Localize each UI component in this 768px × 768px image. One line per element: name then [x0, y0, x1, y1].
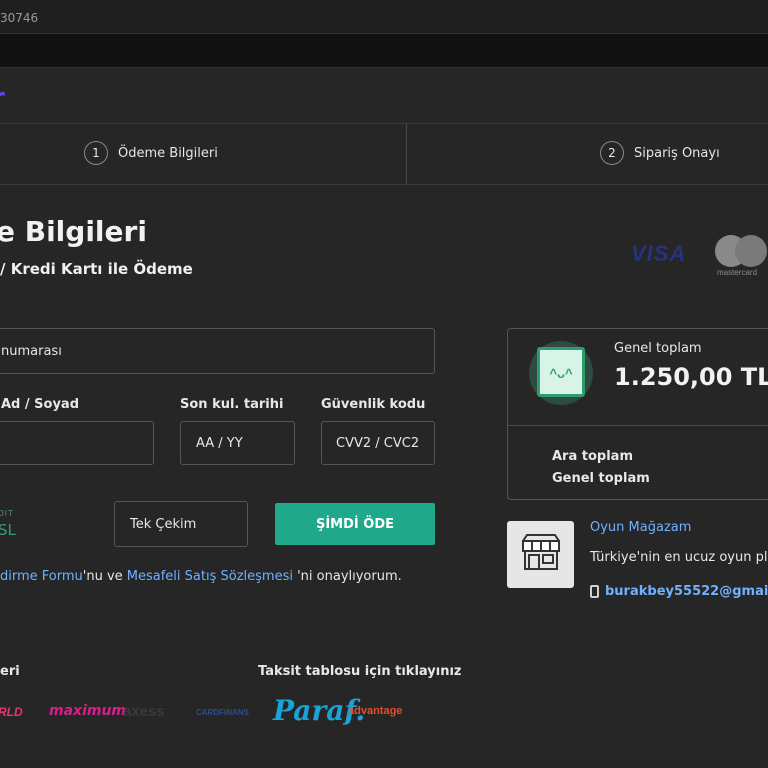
store-name-link[interactable]: Oyun Mağazam	[590, 520, 691, 535]
grand-total-label: Genel toplam	[552, 471, 650, 486]
page-subtitle: / Kredi Kartı ile Ödeme	[0, 260, 193, 278]
distance-sales-link[interactable]: Mesafeli Satış Sözleşmesi	[127, 569, 293, 584]
browser-tab-strip	[0, 34, 768, 68]
cvv-label: Güvenlik kodu	[321, 397, 426, 412]
name-label: Ad / Soyad	[1, 397, 80, 412]
expiry-placeholder: AA / YY	[196, 435, 243, 451]
store-description: Türkiye'nin en ucuz oyun pla	[590, 550, 768, 565]
store-icon	[507, 521, 574, 588]
card-number-input[interactable]: numarası	[0, 328, 435, 374]
store-email[interactable]: burakbey55522@gmail.co	[590, 584, 768, 599]
credit-amount: SL	[0, 521, 16, 539]
checkout-steps: 1 Ödeme Bilgileri 2 Sipariş Onayı	[0, 124, 768, 185]
step-number: 2	[600, 141, 624, 165]
pay-now-button[interactable]: ŞİMDİ ÖDE	[275, 503, 435, 545]
total-value: 1.250,00 TL	[614, 363, 768, 391]
card-number-placeholder: numarası	[1, 343, 62, 359]
cvv-input[interactable]: CVV2 / CVC2	[321, 421, 435, 465]
step-label: Sipariş Onayı	[634, 145, 720, 161]
pre-info-form-link[interactable]: dirme Formu	[0, 569, 83, 584]
installment-select[interactable]: Tek Çekim	[114, 501, 248, 547]
expiry-input[interactable]: AA / YY	[180, 421, 295, 465]
step-label: Ödeme Bilgileri	[118, 145, 218, 161]
installment-table-link[interactable]: Taksit tablosu için tıklayınız	[258, 664, 462, 679]
consent-text-2: 'ni onaylıyorum.	[292, 569, 402, 584]
installment-value: Tek Çekim	[130, 516, 197, 532]
name-input[interactable]	[0, 421, 154, 465]
shopping-bag-icon: ^ᴗ^	[529, 341, 593, 405]
mastercard-label: mastercard	[717, 268, 758, 277]
page-title: e Bilgileri	[0, 215, 147, 248]
consent-text-1: 'nu ve	[82, 569, 127, 584]
mastercard-logo-icon: mastercard	[715, 235, 768, 279]
visa-logo-icon: VISA	[631, 241, 687, 266]
steps-divider	[406, 124, 407, 185]
step-number: 1	[84, 141, 108, 165]
cardfinans-logo-icon: CARDFINANS	[196, 708, 249, 717]
url-text: 30746	[0, 11, 39, 25]
banks-title: eri	[0, 664, 20, 679]
cvv-placeholder: CVV2 / CVC2	[336, 435, 420, 451]
summary-divider	[508, 425, 768, 426]
site-logo-icon[interactable]: r	[0, 83, 5, 113]
world-logo-icon: RLD	[0, 705, 23, 719]
step-order-confirm: 2 Sipariş Onayı	[600, 141, 720, 165]
store-email-text[interactable]: burakbey55522@gmail.co	[605, 584, 768, 599]
consent-text: dirme Formu'nu ve Mesafeli Satış Sözleşm…	[0, 569, 402, 584]
site-header	[0, 68, 768, 124]
step-payment-info: 1 Ödeme Bilgileri	[84, 141, 218, 165]
axess-logo-icon: axess	[123, 703, 165, 720]
total-label: Genel toplam	[614, 341, 702, 356]
browser-address-bar[interactable]: 30746	[0, 0, 768, 34]
subtotal-label: Ara toplam	[552, 449, 633, 464]
advantage-logo-icon: advantage	[348, 705, 403, 717]
expiry-label: Son kul. tarihi	[180, 397, 284, 412]
phone-icon	[590, 585, 599, 598]
maximum-logo-icon: maximum	[49, 703, 127, 719]
credit-caption: DIT	[0, 509, 14, 518]
